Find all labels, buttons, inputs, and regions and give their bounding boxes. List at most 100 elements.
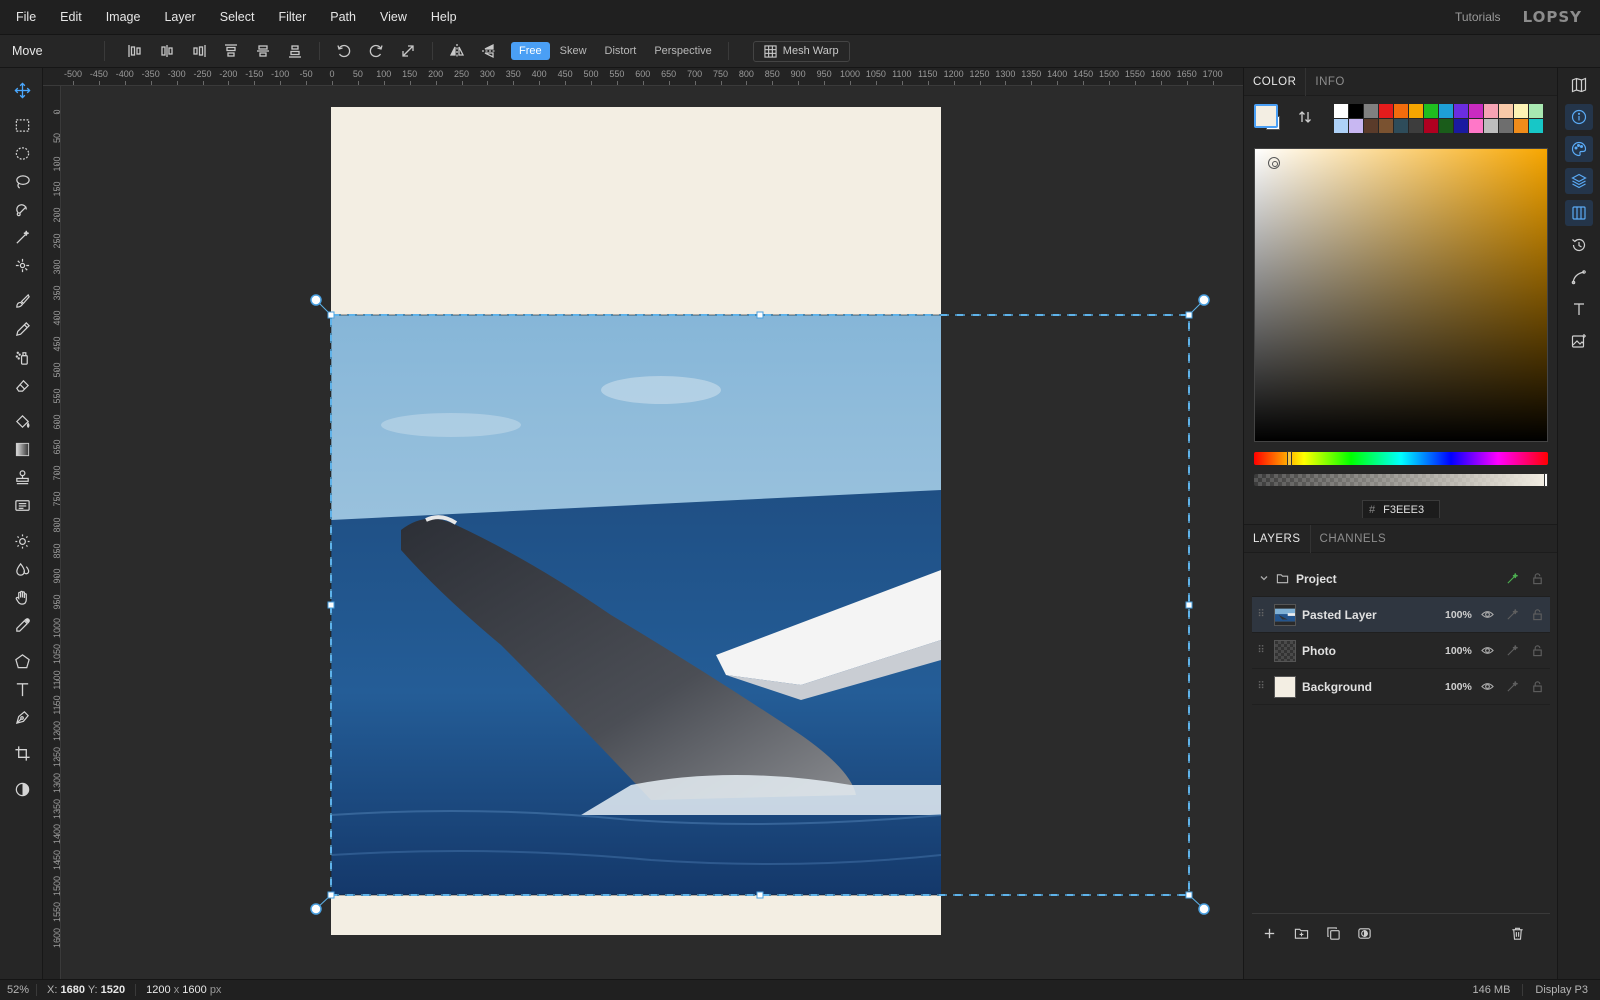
- palette-swatch[interactable]: [1514, 119, 1528, 133]
- eye-icon[interactable]: [1475, 680, 1500, 693]
- mesh-warp-button[interactable]: Mesh Warp: [752, 40, 850, 62]
- tutorials-link[interactable]: Tutorials: [1455, 10, 1501, 24]
- menu-path[interactable]: Path: [318, 0, 368, 35]
- blur-drop-icon[interactable]: [7, 556, 37, 582]
- dodge-icon[interactable]: [7, 528, 37, 554]
- saturation-value-picker[interactable]: [1254, 148, 1548, 442]
- ellipse-select-icon[interactable]: [7, 140, 37, 166]
- trash-icon[interactable]: [1506, 922, 1528, 944]
- lock-icon[interactable]: [1525, 644, 1550, 657]
- rectangle-select-icon[interactable]: [7, 112, 37, 138]
- rotate-handles[interactable]: [310, 294, 1210, 915]
- palette-swatch[interactable]: [1469, 119, 1483, 133]
- foreground-color-swatch[interactable]: [1254, 104, 1278, 128]
- menu-layer[interactable]: Layer: [152, 0, 207, 35]
- tab-info[interactable]: INFO: [1305, 67, 1353, 96]
- palette-swatch[interactable]: [1439, 119, 1453, 133]
- layer-row-background[interactable]: ⠿ Background 100%: [1252, 669, 1550, 705]
- alpha-slider[interactable]: [1254, 473, 1548, 487]
- layer-row-pasted[interactable]: ⠿ Pasted Layer 100%: [1252, 597, 1550, 633]
- text-tool-icon[interactable]: [7, 676, 37, 702]
- alpha-slider-knob[interactable]: [1544, 473, 1548, 487]
- palette-swatch[interactable]: [1379, 104, 1393, 118]
- palette-swatch[interactable]: [1529, 104, 1543, 118]
- menu-edit[interactable]: Edit: [48, 0, 94, 35]
- palette-swatch[interactable]: [1424, 119, 1438, 133]
- layer-group-project[interactable]: Project: [1252, 561, 1550, 597]
- picker-cursor[interactable]: [1268, 157, 1280, 169]
- gradient-icon[interactable]: [7, 436, 37, 462]
- map-icon[interactable]: [1565, 72, 1593, 98]
- hue-slider[interactable]: [1254, 451, 1548, 466]
- duplicate-layer-icon[interactable]: [1322, 922, 1344, 944]
- mode-distort[interactable]: Distort: [597, 42, 645, 60]
- contrast-icon[interactable]: [7, 776, 37, 802]
- fx-effects-icon[interactable]: [1500, 680, 1525, 693]
- fx-effects-icon[interactable]: [1500, 644, 1525, 657]
- palette-swatch[interactable]: [1364, 104, 1378, 118]
- stamp-icon[interactable]: [7, 464, 37, 490]
- menu-select[interactable]: Select: [208, 0, 267, 35]
- mode-skew[interactable]: Skew: [552, 42, 595, 60]
- palette-swatch[interactable]: [1334, 104, 1348, 118]
- palette-swatch[interactable]: [1424, 104, 1438, 118]
- magnetic-lasso-icon[interactable]: [7, 196, 37, 222]
- tab-layers[interactable]: LAYERS: [1244, 525, 1310, 553]
- image-plus-icon[interactable]: [1565, 328, 1593, 354]
- color-profile[interactable]: Display P3: [1522, 984, 1600, 996]
- align-bottom-icon[interactable]: [282, 39, 308, 63]
- pen-tool-icon[interactable]: [7, 704, 37, 730]
- rotate-ccw-icon[interactable]: [331, 39, 357, 63]
- zoom-level[interactable]: 52%: [0, 984, 36, 996]
- layer-row-photo[interactable]: ⠿ Photo 100%: [1252, 633, 1550, 669]
- pattern-stamp-icon[interactable]: [7, 492, 37, 518]
- eye-icon[interactable]: [1475, 644, 1500, 657]
- palette-swatch[interactable]: [1379, 119, 1393, 133]
- eye-icon[interactable]: [1475, 608, 1500, 621]
- layers-icon[interactable]: [1565, 168, 1593, 194]
- fx-effects-icon[interactable]: [1500, 572, 1525, 585]
- quick-select-icon[interactable]: [7, 252, 37, 278]
- menu-file[interactable]: File: [0, 0, 48, 35]
- align-left-icon[interactable]: [122, 39, 148, 63]
- palette-swatch[interactable]: [1439, 104, 1453, 118]
- palette-swatch[interactable]: [1334, 119, 1348, 133]
- palette-swatch[interactable]: [1349, 119, 1363, 133]
- flip-horizontal-icon[interactable]: [444, 39, 470, 63]
- brush-icon[interactable]: [7, 288, 37, 314]
- hue-slider-knob[interactable]: [1287, 451, 1292, 466]
- tab-channels[interactable]: CHANNELS: [1309, 524, 1396, 553]
- pencil-icon[interactable]: [7, 316, 37, 342]
- hand-icon[interactable]: [7, 584, 37, 610]
- palette-swatch[interactable]: [1514, 104, 1528, 118]
- info-icon[interactable]: [1565, 104, 1593, 130]
- menu-image[interactable]: Image: [94, 0, 153, 35]
- palette-icon[interactable]: [1565, 136, 1593, 162]
- align-middle-v-icon[interactable]: [250, 39, 276, 63]
- palette-swatch[interactable]: [1454, 104, 1468, 118]
- palette-swatch[interactable]: [1364, 119, 1378, 133]
- palette-swatch[interactable]: [1409, 104, 1423, 118]
- palette-swatch[interactable]: [1499, 119, 1513, 133]
- palette-swatch[interactable]: [1394, 119, 1408, 133]
- chevron-down-icon[interactable]: [1252, 572, 1276, 586]
- drag-handle-icon[interactable]: ⠿: [1252, 681, 1270, 692]
- menu-view[interactable]: View: [368, 0, 419, 35]
- mode-perspective[interactable]: Perspective: [646, 42, 719, 60]
- channels-icon[interactable]: [1565, 200, 1593, 226]
- palette-swatch[interactable]: [1394, 104, 1408, 118]
- palette-swatch[interactable]: [1529, 119, 1543, 133]
- hex-input[interactable]: # F3EEE3: [1362, 500, 1440, 518]
- palette-swatch[interactable]: [1484, 104, 1498, 118]
- history-icon[interactable]: [1565, 232, 1593, 258]
- palette-swatch[interactable]: [1484, 119, 1498, 133]
- lock-icon[interactable]: [1525, 572, 1550, 585]
- align-center-h-icon[interactable]: [154, 39, 180, 63]
- menu-filter[interactable]: Filter: [266, 0, 318, 35]
- transform-bounding-box[interactable]: [62, 87, 1243, 979]
- drag-handle-icon[interactable]: ⠿: [1252, 609, 1270, 620]
- shape-icon[interactable]: [7, 648, 37, 674]
- lock-icon[interactable]: [1525, 608, 1550, 621]
- add-layer-icon[interactable]: [1258, 922, 1280, 944]
- paths-icon[interactable]: [1565, 264, 1593, 290]
